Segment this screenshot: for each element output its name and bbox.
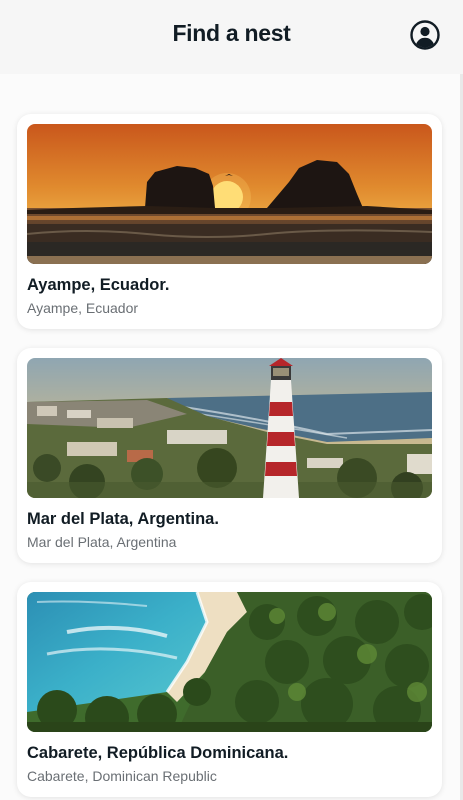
listing-location: Cabarete, Dominican Republic bbox=[27, 768, 217, 784]
listing-card[interactable]: Cabarete, República Dominicana. Cabarete… bbox=[17, 582, 442, 797]
listing-photo bbox=[27, 592, 432, 732]
listing-title: Mar del Plata, Argentina. bbox=[27, 510, 219, 528]
app-screen: Find a nest Ayampe, Ecuador. Ayampe, Ecu… bbox=[0, 0, 463, 800]
listing-card[interactable]: Mar del Plata, Argentina. Mar del Plata,… bbox=[17, 348, 442, 563]
listing-location: Ayampe, Ecuador bbox=[27, 300, 139, 316]
listing-photo bbox=[27, 124, 432, 264]
listing-location: Mar del Plata, Argentina bbox=[27, 534, 177, 550]
profile-button[interactable] bbox=[409, 19, 441, 51]
listing-card[interactable]: Ayampe, Ecuador. Ayampe, Ecuador bbox=[17, 114, 442, 329]
listings-feed[interactable]: Ayampe, Ecuador. Ayampe, Ecuador Mar del… bbox=[0, 74, 463, 800]
top-app-bar: Find a nest bbox=[0, 0, 463, 74]
listing-title: Cabarete, República Dominicana. bbox=[27, 744, 289, 762]
listing-photo bbox=[27, 358, 432, 498]
listing-title: Ayampe, Ecuador. bbox=[27, 276, 170, 294]
page-title: Find a nest bbox=[172, 20, 291, 46]
account-circle-icon bbox=[410, 20, 440, 50]
